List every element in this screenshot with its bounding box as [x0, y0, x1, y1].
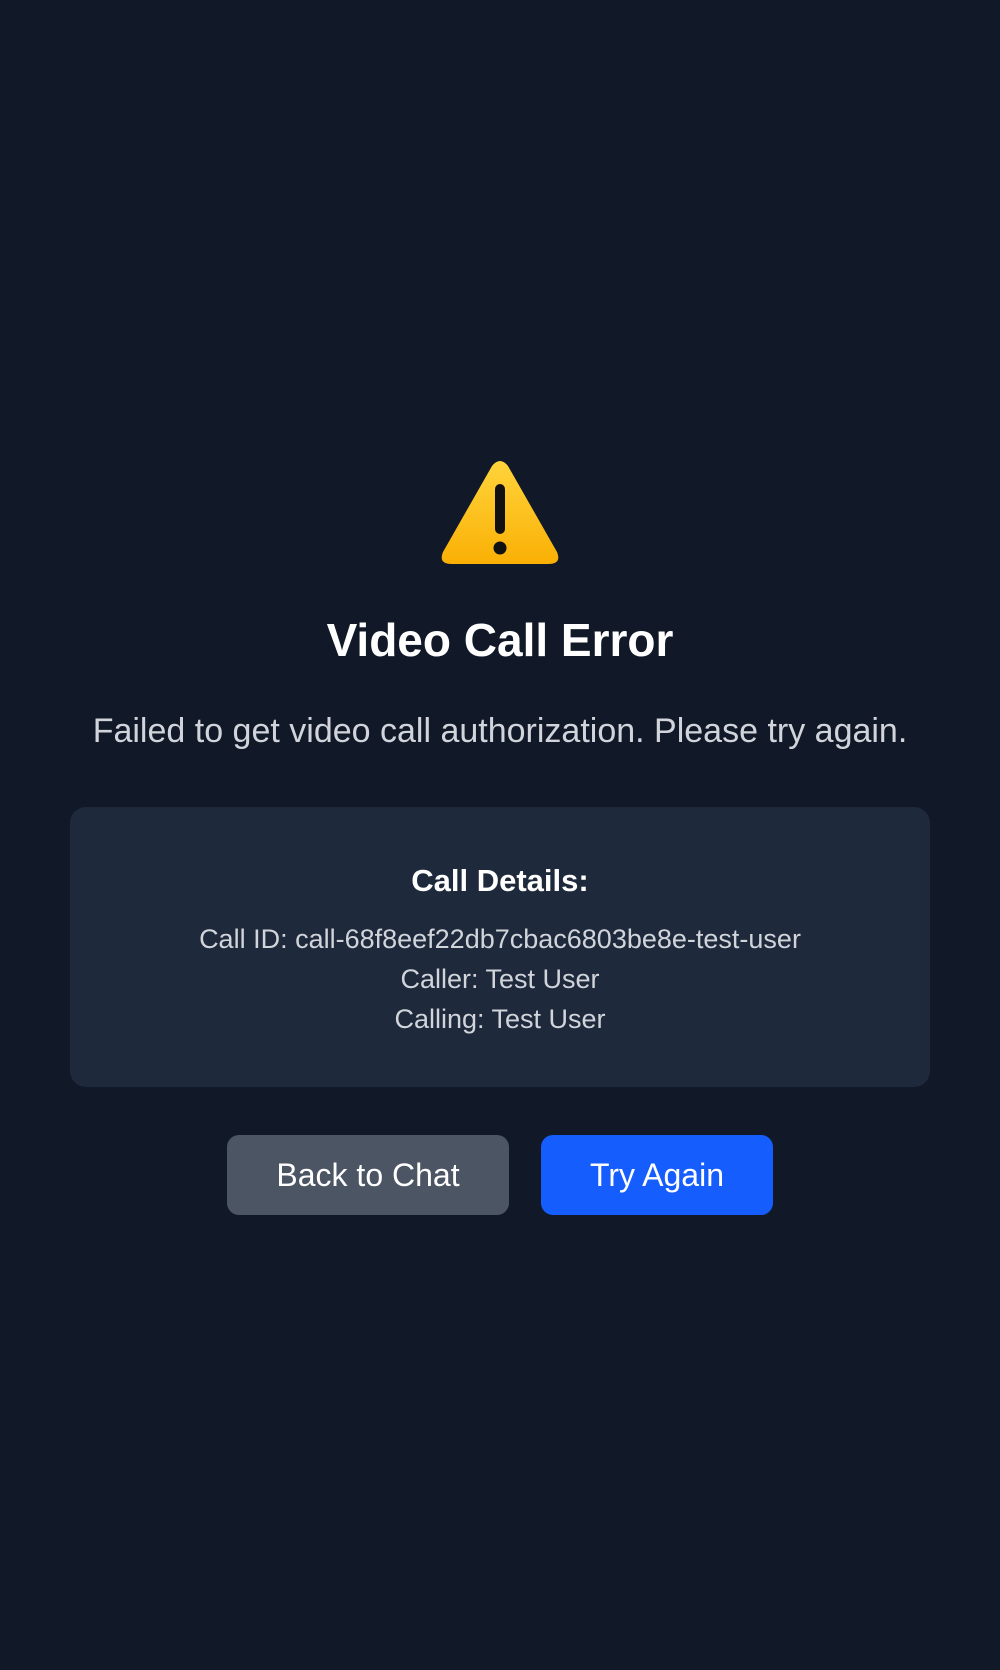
error-title: Video Call Error [326, 614, 674, 666]
error-message: Failed to get video call authorization. … [92, 712, 908, 750]
warning-icon [441, 461, 559, 564]
video-call-error-screen: Video Call Error Failed to get video cal… [0, 0, 1000, 1670]
call-details-card: Call Details: Call ID: call-68f8eef22db7… [70, 807, 930, 1087]
call-details-heading: Call Details: [411, 863, 589, 898]
try-again-button[interactable]: Try Again [541, 1135, 773, 1215]
calling-text: Calling: Test User [394, 1004, 606, 1034]
call-id-text: Call ID: call-68f8eef22db7cbac6803be8e-t… [199, 924, 801, 954]
caller-text: Caller: Test User [400, 964, 600, 994]
back-to-chat-button[interactable]: Back to Chat [227, 1135, 509, 1215]
